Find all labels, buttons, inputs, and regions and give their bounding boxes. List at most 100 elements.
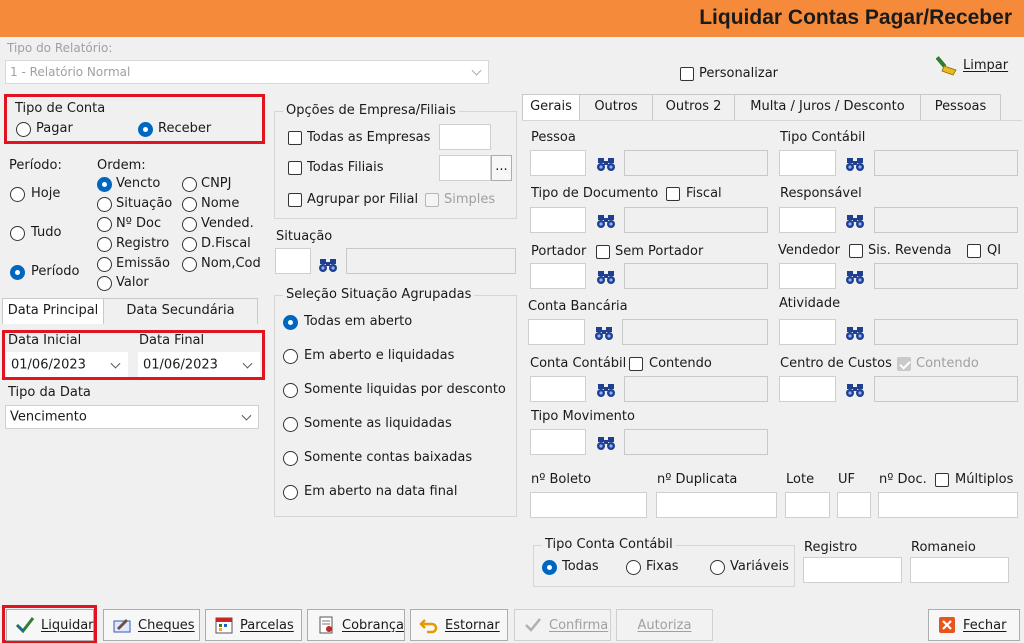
n-doc-input[interactable] — [878, 492, 1018, 518]
binoculars-icon[interactable] — [845, 269, 865, 285]
registro-input[interactable] — [803, 557, 902, 583]
selecao-radio-aberto-data-final[interactable] — [283, 485, 298, 500]
hoje-radio[interactable] — [10, 187, 25, 202]
confirma-button[interactable]: Confirma — [514, 609, 611, 641]
tab-outros-2[interactable]: Outros 2 — [653, 94, 735, 120]
autoriza-button[interactable]: Autoriza — [616, 609, 713, 641]
agrupar-filial-checkbox[interactable] — [288, 193, 302, 207]
data-final-picker[interactable]: 01/06/2023 — [138, 352, 260, 377]
tcc-radio-todas[interactable] — [542, 560, 557, 575]
tcc-radio-fixas[interactable] — [626, 560, 641, 575]
filial-input[interactable] — [439, 155, 491, 181]
ordem-radio-cnpj[interactable] — [182, 177, 197, 192]
binoculars-icon[interactable] — [845, 325, 865, 341]
personalizar-checkbox[interactable] — [680, 67, 694, 81]
tipo-documento-code-input[interactable] — [530, 207, 586, 233]
portador-code-input[interactable] — [530, 263, 586, 289]
binoculars-icon[interactable] — [596, 382, 616, 398]
ordem-radio-nomcod[interactable] — [182, 257, 197, 272]
tab-data-secundaria[interactable]: Data Secundária — [104, 298, 258, 324]
centro-custos-code-input[interactable] — [779, 376, 836, 402]
selecao-radio-somente-liquidadas[interactable] — [283, 417, 298, 432]
liquidar-button[interactable]: Liquidar — [6, 609, 94, 641]
ordem-radio-nome[interactable] — [182, 197, 197, 212]
selecao-radio-baixadas[interactable] — [283, 451, 298, 466]
tipo-relatorio-select[interactable]: 1 - Relatório Normal — [5, 60, 489, 84]
binoculars-icon[interactable] — [596, 269, 616, 285]
n-duplicata-input[interactable] — [656, 492, 777, 518]
lote-input[interactable] — [785, 492, 830, 518]
tipo-data-select[interactable]: Vencimento — [5, 405, 259, 429]
pagar-radio[interactable] — [16, 122, 31, 137]
sem-portador-checkbox[interactable] — [596, 245, 610, 259]
estornar-button[interactable]: Estornar — [410, 609, 508, 641]
fiscal-checkbox[interactable] — [666, 187, 680, 201]
binoculars-icon[interactable] — [845, 213, 865, 229]
ordem-radio-valor[interactable] — [97, 276, 112, 291]
tab-gerais[interactable]: Gerais — [522, 94, 580, 120]
tudo-radio[interactable] — [10, 226, 25, 241]
tab-data-principal[interactable]: Data Principal — [2, 298, 104, 324]
ordem-label-cnpj: CNPJ — [201, 176, 232, 191]
limpar-button[interactable]: Limpar — [963, 58, 1008, 73]
ordem-radio-vencto[interactable] — [97, 177, 112, 192]
todas-filiais-checkbox[interactable] — [288, 161, 302, 175]
binoculars-icon[interactable] — [318, 257, 338, 273]
responsavel-code-input[interactable] — [779, 207, 836, 233]
cheques-button[interactable]: Cheques — [103, 609, 200, 641]
sis-revenda-checkbox[interactable] — [849, 244, 863, 258]
ordem-label-emissao: Emissão — [116, 256, 170, 271]
tipo-movimento-code-input[interactable] — [530, 429, 586, 455]
conta-bancaria-code-input[interactable] — [528, 319, 585, 345]
tcc-label-todas: Todas — [562, 559, 599, 574]
uf-input[interactable] — [837, 492, 871, 518]
tcc-radio-variaveis[interactable] — [710, 560, 725, 575]
n-boleto-input[interactable] — [530, 492, 647, 518]
simples-checkbox[interactable] — [425, 193, 439, 207]
ordem-radio-registro[interactable] — [97, 237, 112, 252]
ordem-radio-ndoc[interactable] — [97, 217, 112, 232]
binoculars-icon[interactable] — [596, 435, 616, 451]
estornar-label: Estornar — [445, 617, 500, 633]
receber-label: Receber — [158, 121, 212, 136]
tipo-contabil-code-input[interactable] — [779, 150, 836, 176]
fechar-button[interactable]: Fechar — [928, 609, 1020, 641]
ordem-radio-vended[interactable] — [182, 217, 197, 232]
tab-pessoas[interactable]: Pessoas — [921, 94, 1001, 120]
cobranca-button[interactable]: Cobrança — [307, 609, 405, 641]
data-inicial-picker[interactable]: 01/06/2023 — [6, 352, 128, 377]
ordem-radio-dfiscal[interactable] — [182, 237, 197, 252]
binoculars-icon[interactable] — [596, 213, 616, 229]
atividade-code-input[interactable] — [779, 319, 836, 345]
selecao-radio-aberto-liquidadas[interactable] — [283, 349, 298, 364]
binoculars-icon[interactable] — [596, 156, 616, 172]
receber-radio[interactable] — [138, 122, 153, 137]
romaneio-input[interactable] — [910, 557, 1009, 583]
empresa-input[interactable] — [439, 124, 491, 150]
ordem-label-vencto: Vencto — [116, 176, 161, 191]
binoculars-icon[interactable] — [594, 325, 614, 341]
multiplos-checkbox[interactable] — [935, 473, 949, 487]
broom-icon[interactable] — [935, 54, 960, 76]
tab-multa-juros[interactable]: Multa / Juros / Desconto — [735, 94, 921, 120]
vendedor-code-input[interactable] — [779, 263, 836, 289]
parcelas-button[interactable]: Parcelas — [205, 609, 302, 641]
tab-outros[interactable]: Outros — [580, 94, 653, 120]
binoculars-icon[interactable] — [845, 382, 865, 398]
ordem-radio-situacao[interactable] — [97, 197, 112, 212]
contendo-checkbox[interactable] — [629, 357, 643, 371]
filial-browse-button[interactable]: ... — [491, 155, 512, 181]
selecao-radio-liquidas-desconto[interactable] — [283, 383, 298, 398]
ordem-radio-emissao[interactable] — [97, 257, 112, 272]
binoculars-icon[interactable] — [845, 156, 865, 172]
atividade-desc-field — [874, 319, 1018, 345]
contendo2-checkbox[interactable] — [897, 357, 911, 371]
periodo-radio[interactable] — [10, 265, 25, 280]
selecao-label-liquidas-desconto: Somente liquidas por desconto — [304, 382, 506, 397]
conta-contabil-code-input[interactable] — [530, 376, 586, 402]
qi-checkbox[interactable] — [967, 244, 981, 258]
selecao-radio-todas-aberto[interactable] — [283, 315, 298, 330]
todas-empresas-checkbox[interactable] — [288, 131, 302, 145]
pessoa-code-input[interactable] — [530, 150, 586, 176]
situacao-code-input[interactable] — [275, 248, 311, 274]
